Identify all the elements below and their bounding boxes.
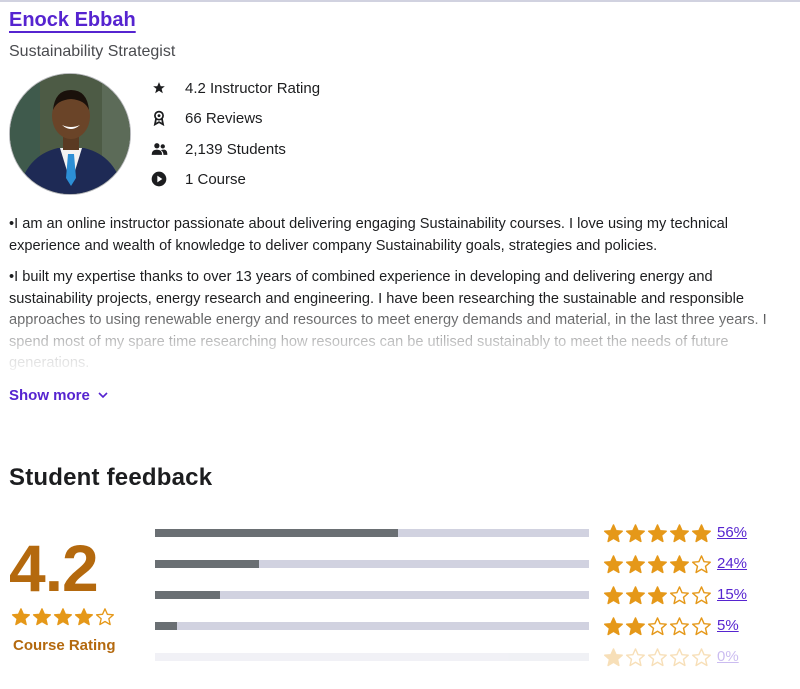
rating-bar-fill [155, 560, 260, 568]
chevron-down-icon [98, 392, 108, 399]
star-empty-icon [669, 616, 690, 637]
star-empty-icon [625, 647, 646, 668]
rating-bar-track [155, 622, 589, 630]
rating-row-1[interactable]: 0% [155, 644, 795, 670]
stat-students-label: 2,139 Students [185, 140, 286, 158]
star-filled-icon [647, 554, 668, 575]
rating-row-5[interactable]: 56% [155, 520, 795, 546]
stat-students: 2,139 Students [150, 138, 410, 160]
stat-rating: 4.2 Instructor Rating [150, 77, 410, 99]
show-more-button[interactable]: Show more [9, 387, 108, 404]
star-filled-icon [603, 554, 624, 575]
star-filled-icon [603, 523, 624, 544]
rating-bar-track [155, 529, 589, 537]
star-empty-icon [95, 607, 115, 627]
instructor-avatar[interactable] [9, 73, 131, 195]
star-filled-icon [647, 523, 668, 544]
star-filled-icon [647, 585, 668, 606]
star-filled-icon [603, 647, 624, 668]
rating-bar-track [155, 653, 589, 661]
rating-percent-link[interactable]: 5% [717, 617, 739, 634]
instructor-headline: Sustainability Strategist [9, 43, 176, 60]
star-filled-icon [603, 616, 624, 637]
star-filled-icon [74, 607, 94, 627]
rating-percent-link[interactable]: 0% [717, 648, 739, 665]
star-empty-icon [647, 616, 668, 637]
instructor-name-link[interactable]: Enock Ebbah [9, 9, 136, 32]
rating-row-stars [603, 647, 712, 668]
star-filled-icon [625, 585, 646, 606]
bio-paragraph: •I am an online instructor passionate ab… [9, 216, 728, 254]
stat-reviews-label: 66 Reviews [185, 109, 263, 127]
rating-row-stars [603, 616, 712, 637]
star-filled-icon [669, 523, 690, 544]
rating-bar-track [155, 560, 589, 568]
star-empty-icon [691, 616, 712, 637]
star-empty-icon [669, 585, 690, 606]
star-empty-icon [647, 647, 668, 668]
star-empty-icon [669, 647, 690, 668]
bio-fade-overlay [0, 300, 800, 380]
star-icon [150, 79, 168, 97]
star-filled-icon [625, 616, 646, 637]
rating-bar-fill [155, 622, 177, 630]
stat-courses-label: 1 Course [185, 170, 246, 188]
star-empty-icon [691, 554, 712, 575]
stat-rating-label: 4.2 Instructor Rating [185, 79, 321, 97]
people-icon [150, 140, 168, 158]
rating-bar-track [155, 591, 589, 599]
stat-reviews: 66 Reviews [150, 107, 410, 129]
rating-percent-link[interactable]: 56% [717, 524, 747, 541]
stat-courses: 1 Course [150, 168, 410, 190]
rating-row-3[interactable]: 15% [155, 582, 795, 608]
star-filled-icon [53, 607, 73, 627]
award-icon [150, 109, 168, 127]
play-icon [150, 170, 168, 188]
star-filled-icon [603, 585, 624, 606]
show-more-label: Show more [9, 387, 90, 404]
star-empty-icon [691, 585, 712, 606]
star-filled-icon [691, 523, 712, 544]
top-divider [0, 0, 800, 2]
rating-row-stars [603, 585, 712, 606]
rating-row-4[interactable]: 24% [155, 551, 795, 577]
star-filled-icon [669, 554, 690, 575]
star-filled-icon [625, 554, 646, 575]
course-rating-label: Course Rating [13, 637, 116, 654]
rating-bar-fill [155, 529, 399, 537]
rating-row-stars [603, 523, 712, 544]
star-filled-icon [11, 607, 31, 627]
star-filled-icon [625, 523, 646, 544]
rating-percent-link[interactable]: 24% [717, 555, 747, 572]
rating-row-stars [603, 554, 712, 575]
rating-row-2[interactable]: 5% [155, 613, 795, 639]
rating-percent-link[interactable]: 15% [717, 586, 747, 603]
student-feedback-title: Student feedback [9, 464, 213, 491]
average-rating-stars [11, 607, 115, 627]
average-rating-value: 4.2 [9, 531, 99, 605]
star-filled-icon [32, 607, 52, 627]
star-empty-icon [691, 647, 712, 668]
rating-bar-fill [155, 591, 221, 599]
